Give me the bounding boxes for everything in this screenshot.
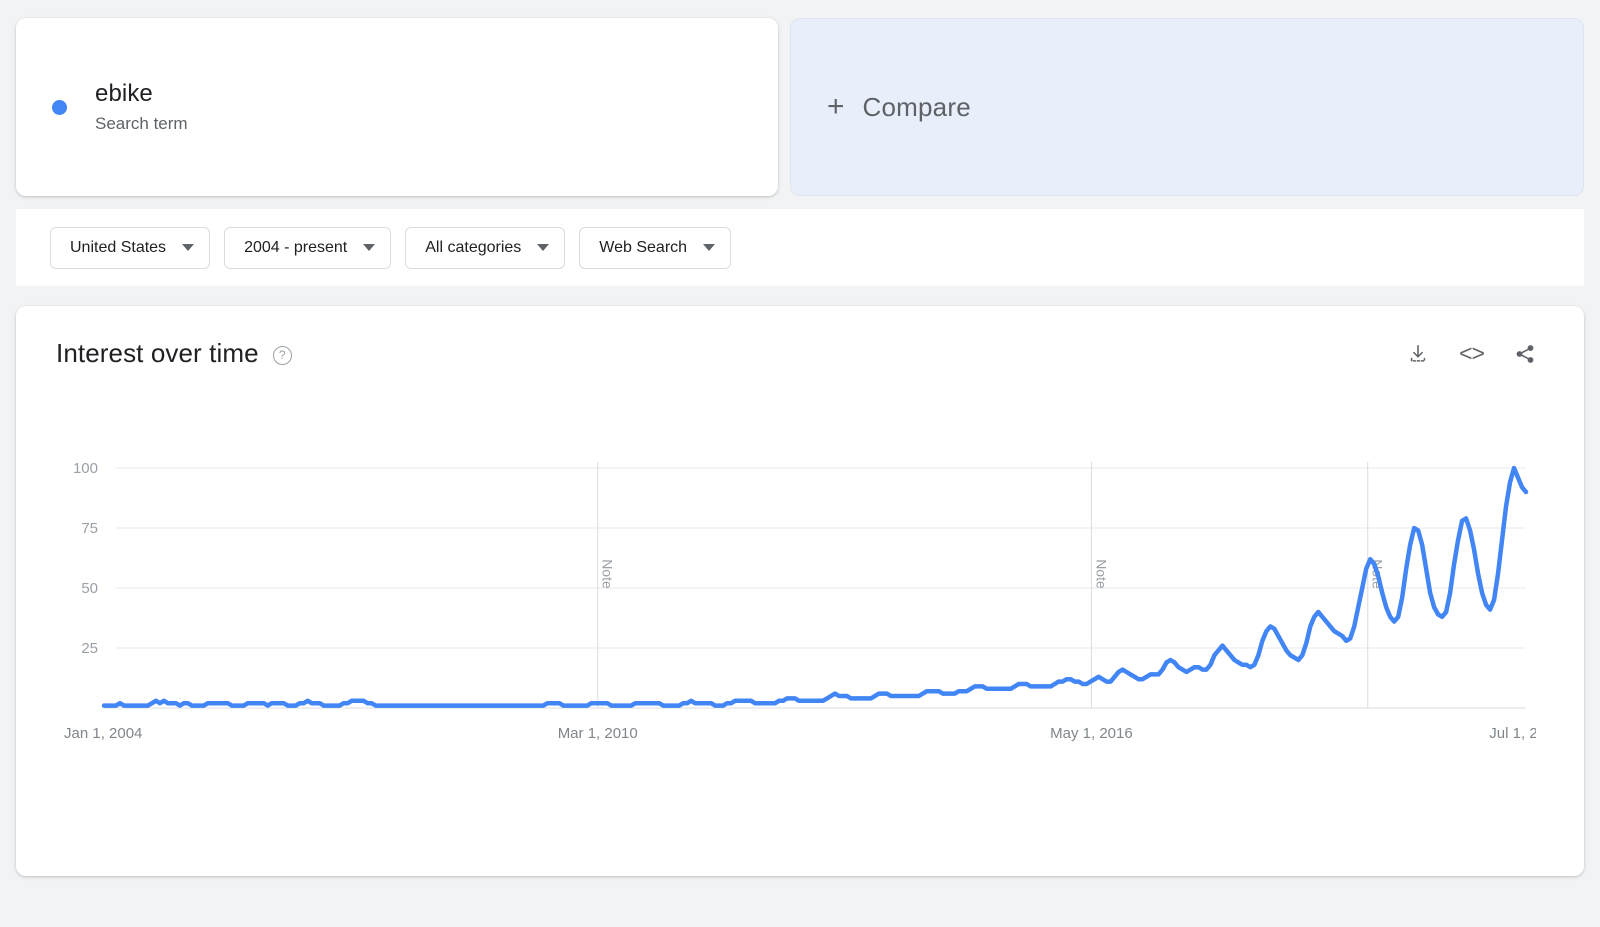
search-term-subtitle: Search term	[95, 113, 188, 133]
compare-label: Compare	[862, 91, 971, 122]
interest-over-time-card: Interest over time ? <> 25 50 75 100 Not…	[16, 306, 1584, 876]
x-axis-tick: May 1, 2016	[1050, 725, 1133, 742]
share-icon[interactable]	[1514, 343, 1536, 365]
chevron-down-icon	[182, 244, 195, 251]
filter-category-label: All categories	[425, 238, 522, 256]
filter-location-label: United States	[70, 238, 167, 256]
search-term-texts: ebike Search term	[95, 80, 188, 134]
chart-header: Interest over time ? <>	[56, 338, 1544, 369]
filter-category[interactable]: All categories	[405, 226, 566, 269]
note-annotation-label[interactable]: Note	[600, 559, 616, 589]
google-trends-page: ebike Search term + Compare United State…	[0, 0, 1600, 927]
filter-time-range[interactable]: 2004 - present	[224, 226, 392, 269]
y-axis-tick: 100	[73, 460, 98, 477]
filter-time-range-label: 2004 - present	[244, 238, 348, 256]
x-axis-tick: Mar 1, 2010	[558, 725, 638, 742]
filter-location[interactable]: United States	[50, 226, 211, 269]
plus-icon: +	[827, 90, 845, 123]
y-axis-tick: 75	[81, 520, 98, 537]
chevron-down-icon	[703, 244, 716, 251]
help-icon[interactable]: ?	[272, 345, 292, 365]
download-csv-icon[interactable]	[1407, 343, 1429, 365]
x-axis-tick: Jan 1, 2004	[64, 725, 142, 742]
search-term-card[interactable]: ebike Search term	[16, 18, 778, 196]
chart-plot-area[interactable]: 25 50 75 100 Note Note Note Jan 1, 2004 Mar 1, 2…	[56, 456, 1536, 756]
filter-search-type[interactable]: Web Search	[579, 226, 732, 269]
embed-code-glyph: <>	[1459, 340, 1485, 366]
series-line-ebike[interactable]	[101, 465, 1529, 708]
chart-header-left: Interest over time ?	[56, 338, 292, 369]
compare-inner: + Compare	[827, 92, 971, 123]
chart-actions: <>	[1407, 340, 1536, 367]
compare-card[interactable]: + Compare	[790, 18, 1584, 196]
note-annotation-label[interactable]: Note	[1093, 559, 1109, 589]
x-axis-tick: Jul 1, 2022	[1489, 725, 1536, 742]
series-color-dot	[52, 99, 67, 115]
interest-over-time-chart[interactable]: 255075100Note Note NoteJan 1, 2004 Mar 1, 2…	[56, 456, 1536, 756]
chart-title: Interest over time	[56, 338, 259, 368]
embed-code-icon[interactable]: <>	[1459, 340, 1485, 367]
chevron-down-icon	[363, 244, 376, 251]
y-axis-tick: 25	[81, 640, 98, 657]
filter-bar: United States 2004 - present All categor…	[16, 208, 1584, 286]
y-axis-tick: 50	[81, 580, 98, 597]
filter-search-type-label: Web Search	[599, 238, 688, 256]
chevron-down-icon	[537, 244, 550, 251]
search-term-title: ebike	[95, 79, 153, 107]
top-row: ebike Search term + Compare	[16, 18, 1584, 196]
